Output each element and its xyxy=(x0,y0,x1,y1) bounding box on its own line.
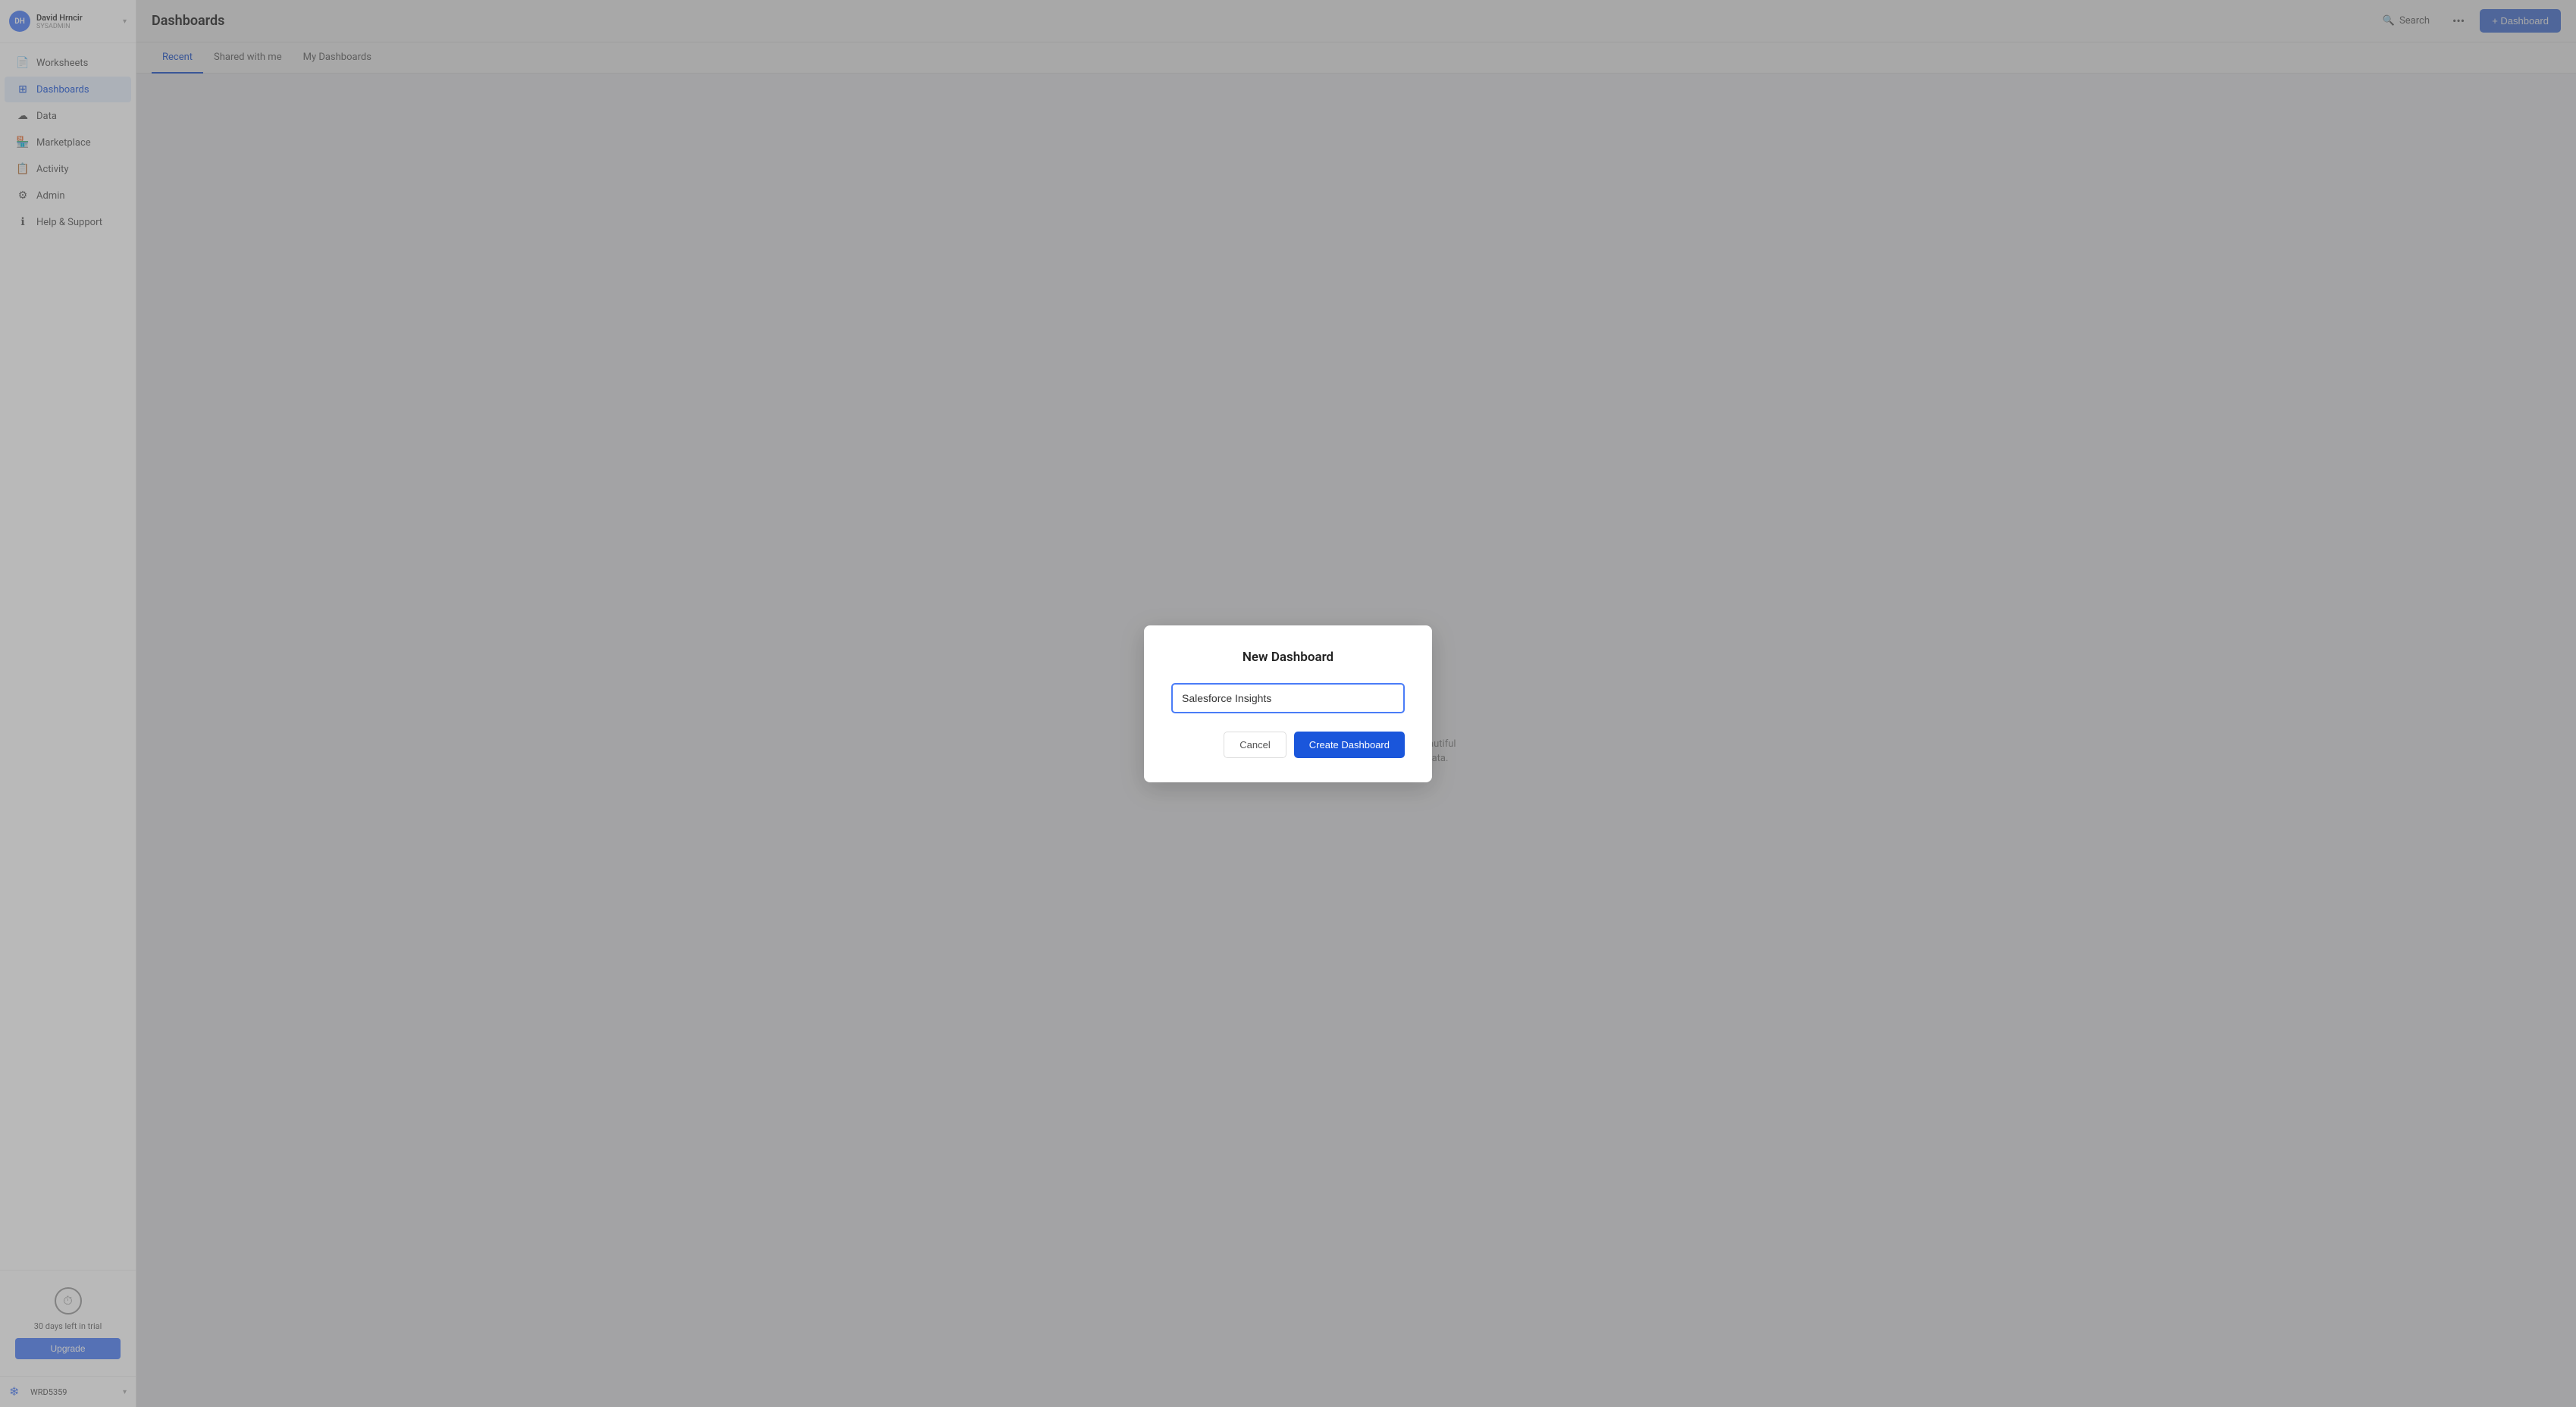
modal-title: New Dashboard xyxy=(1171,650,1405,665)
new-dashboard-modal: New Dashboard Cancel Create Dashboard xyxy=(1144,625,1432,782)
create-dashboard-button[interactable]: Create Dashboard xyxy=(1294,732,1405,758)
dashboard-name-input[interactable] xyxy=(1171,683,1405,713)
modal-actions: Cancel Create Dashboard xyxy=(1171,732,1405,758)
cancel-button[interactable]: Cancel xyxy=(1224,732,1286,758)
modal-overlay: New Dashboard Cancel Create Dashboard xyxy=(0,0,2576,1407)
